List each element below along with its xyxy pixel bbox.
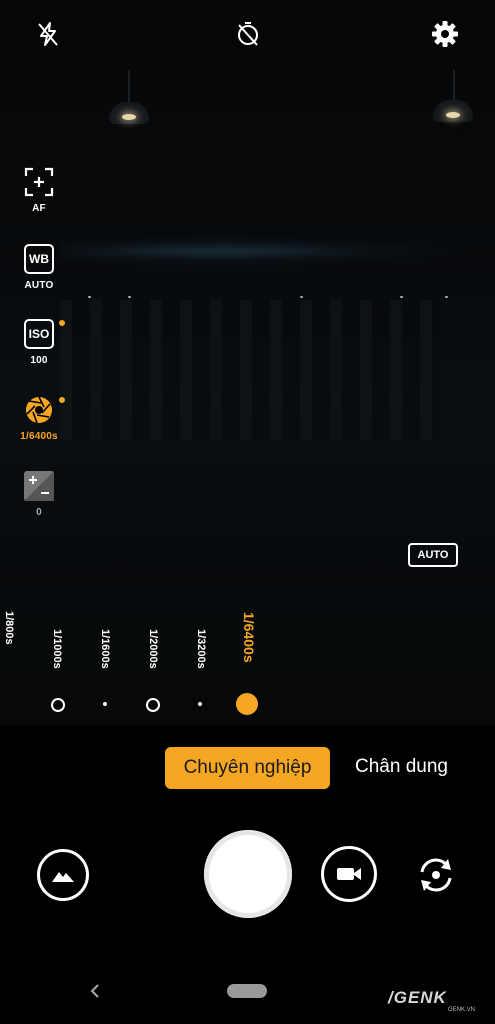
timer-off-icon[interactable] bbox=[232, 18, 264, 50]
gallery-button[interactable] bbox=[37, 849, 89, 901]
exposure-label: 0 bbox=[36, 507, 42, 518]
watermark-logo: /GENK bbox=[388, 988, 447, 1007]
shutter-option[interactable]: 1/1000s bbox=[51, 629, 63, 669]
mode-portrait-tab[interactable]: Chân dung bbox=[355, 756, 448, 778]
ceiling-lamp bbox=[109, 102, 149, 124]
video-camera-icon bbox=[337, 868, 361, 880]
white-balance-control[interactable]: WB AUTO bbox=[18, 244, 60, 291]
exposure-control[interactable]: 0 bbox=[18, 471, 60, 518]
lamp-cord bbox=[128, 70, 130, 102]
shutter-option[interactable]: 1/3200s bbox=[195, 629, 207, 669]
iso-modified-indicator bbox=[59, 320, 65, 326]
watermark-site: GENK.VN bbox=[448, 1007, 476, 1013]
light-dot bbox=[88, 296, 91, 298]
wb-badge: WB bbox=[24, 244, 54, 274]
flash-off-icon[interactable] bbox=[32, 18, 64, 50]
shutter-speed-icon bbox=[24, 395, 54, 425]
switch-camera-icon bbox=[420, 858, 452, 892]
af-label: AF bbox=[32, 203, 46, 214]
scale-tick-minor[interactable] bbox=[103, 702, 107, 706]
light-dot bbox=[128, 296, 131, 298]
viewfinder-glow bbox=[60, 236, 460, 266]
shutter-speed-control[interactable]: 1/6400s bbox=[18, 395, 65, 442]
home-nav-pill[interactable] bbox=[227, 984, 267, 998]
gear-icon[interactable] bbox=[429, 18, 461, 50]
mode-pro-tab[interactable]: Chuyên nghiệp bbox=[165, 747, 330, 789]
iso-control[interactable]: ISO 100 bbox=[18, 319, 65, 366]
viewfinder-floor bbox=[0, 440, 495, 725]
ceiling-lamp bbox=[433, 100, 473, 122]
chevron-left-icon bbox=[90, 984, 99, 998]
af-control[interactable]: AF bbox=[18, 167, 60, 214]
iso-icon: ISO bbox=[24, 319, 54, 349]
switch-camera-button[interactable] bbox=[413, 852, 459, 898]
shutter-option[interactable]: 1/800s bbox=[3, 611, 15, 645]
iso-badge: ISO bbox=[24, 319, 54, 349]
scale-slider-handle[interactable] bbox=[236, 693, 258, 715]
scale-tick-major[interactable] bbox=[51, 698, 65, 712]
focus-icon bbox=[24, 167, 54, 197]
shutter-speed-label: 1/6400s bbox=[20, 431, 58, 442]
video-button[interactable] bbox=[321, 846, 377, 902]
light-dot bbox=[445, 296, 448, 298]
scale-tick-major[interactable] bbox=[146, 698, 160, 712]
shutter-button[interactable] bbox=[204, 830, 292, 918]
white-balance-label: AUTO bbox=[24, 280, 54, 291]
viewfinder-shelf bbox=[60, 300, 440, 440]
exposure-compensation-icon bbox=[24, 471, 54, 501]
light-dot bbox=[300, 296, 303, 298]
scale-tick-minor[interactable] bbox=[198, 702, 202, 706]
shutter-modified-indicator bbox=[59, 397, 65, 403]
iso-label: 100 bbox=[30, 355, 48, 366]
gallery-icon bbox=[52, 872, 74, 882]
auto-button[interactable]: AUTO bbox=[408, 543, 458, 567]
white-balance-icon: WB bbox=[24, 244, 54, 274]
lamp-cord bbox=[453, 70, 455, 100]
shutter-option-selected[interactable]: 1/6400s bbox=[241, 612, 257, 663]
shutter-option[interactable]: 1/2000s bbox=[147, 629, 159, 669]
back-nav-button[interactable] bbox=[88, 982, 102, 1005]
shutter-option[interactable]: 1/1600s bbox=[99, 629, 111, 669]
light-dot bbox=[400, 296, 403, 298]
